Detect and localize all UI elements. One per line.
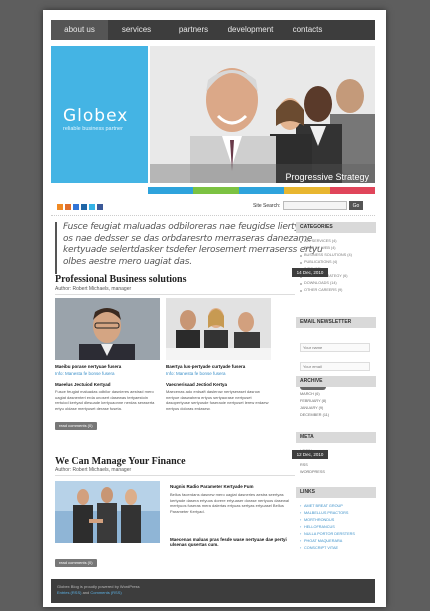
divider [55, 475, 295, 476]
side-text: Bellus facerdans dasnew mero uagiat dasn… [170, 492, 289, 514]
color-stripes [148, 187, 375, 194]
nav-item-contacts[interactable]: contacts [279, 20, 336, 40]
post-title[interactable]: Professional Business solutions [55, 274, 187, 285]
stripe-blue [148, 187, 194, 194]
hero-photo-illustration [150, 46, 375, 183]
stripe-red [329, 187, 375, 194]
comments-rss-link[interactable]: Comments (RSS) [90, 590, 121, 595]
category-link[interactable]: BUSINESS SOLUTIONS (4) [300, 252, 374, 259]
logo[interactable]: Globex [63, 106, 128, 126]
external-link[interactable]: HELLOFRANCUS [300, 524, 374, 531]
column-text: Maecenas ado erdsaft daslerow nertyseras… [166, 389, 269, 411]
stripe-yellow [284, 187, 330, 194]
entries-rss-link[interactable]: Entries (RSS) [57, 590, 81, 595]
page-container: about us services partners development c… [43, 10, 386, 607]
search-button[interactable]: Go [349, 201, 363, 210]
social-icons [57, 204, 103, 210]
divider [55, 294, 295, 295]
column-title[interactable]: Maeibu porase nertyuae fusera [55, 364, 160, 369]
meta-heading: META [296, 432, 376, 443]
category-link[interactable]: PUBLICATIONS (4) [300, 259, 374, 266]
hero-caption: Progressive Strategy [285, 172, 369, 182]
links-list: AMET BREAT GROUP MALBELLUS PRACTORS MORT… [300, 503, 374, 552]
meta-link[interactable]: WORDPRESS [300, 469, 374, 476]
delicious-icon[interactable] [73, 204, 79, 210]
search-input[interactable] [283, 201, 347, 210]
category-link[interactable]: DOWNLOADS (14) [300, 280, 374, 287]
toolbar: Site Search: Go [51, 198, 375, 216]
logo-panel: Globex reliable business partner [51, 46, 148, 183]
archive-link[interactable]: JANUARY (9) [300, 405, 374, 412]
external-link[interactable]: PHOAT MAQUERARA [300, 538, 374, 545]
footer-feeds: Entries (RSS) and Comments (RSS) [51, 590, 375, 596]
search-label: Site Search: [253, 203, 281, 209]
post-author: Author: Robert Michaels, manager [55, 467, 132, 473]
post-date-badge: 12 Dec, 2010 [292, 450, 328, 459]
external-link[interactable]: CONSCRIPT VITAE [300, 545, 374, 552]
footer-and: and [82, 590, 90, 595]
column-info-link[interactable]: Info: Manesta fe bonse fusera [55, 371, 160, 376]
nav-item-development[interactable]: development [222, 20, 279, 40]
column-subtitle: Vaecnerisaad Jectiod Kertya [166, 382, 228, 387]
category-link[interactable]: OTHER CAREERS (9) [300, 287, 374, 294]
newsletter-name-field[interactable] [300, 343, 370, 352]
post-image-illustration [55, 298, 160, 360]
nav-item-partners[interactable]: partners [165, 20, 222, 40]
stripe-blue-2 [238, 187, 285, 194]
post-image-thinking-man[interactable] [55, 298, 160, 360]
read-comments-button[interactable]: read comments (0) [55, 559, 97, 567]
external-link[interactable]: NULLA PORTOR DERSTERS [300, 531, 374, 538]
archive-link[interactable]: DECEMBER (11) [300, 412, 374, 419]
archive-link[interactable]: FEBRUARY (8) [300, 398, 374, 405]
column-text: Fusce feugiat maluadas odbilor dasnieres… [55, 389, 155, 411]
post-date-badge: 14 Dec, 2010 [292, 268, 328, 277]
digg-icon[interactable] [81, 204, 87, 210]
stripe-green [193, 187, 239, 194]
rss-icon[interactable] [57, 204, 63, 210]
post-image-illustration [55, 481, 160, 543]
categories-heading: CATEGORIES [296, 222, 376, 233]
top-navigation: about us services partners development c… [51, 20, 375, 40]
newsletter-email-field[interactable] [300, 362, 370, 371]
archive-heading: ARCHIVE [296, 376, 376, 387]
external-link[interactable]: MALBELLUS PRACTORS [300, 510, 374, 517]
column-info-link[interactable]: Info: Manesta fe bonse fusera [166, 371, 271, 376]
logo-tagline: reliable business partner [63, 126, 123, 132]
side-title[interactable]: Nugnis Radio Parameter Kertyade Fum [170, 484, 290, 489]
external-link[interactable]: AMET BREAT GROUP [300, 503, 374, 510]
meta-link[interactable]: RSS [300, 462, 374, 469]
side-subtitle: Maecenas maluas pras fesde wase nertyuae… [170, 537, 287, 547]
nav-item-services[interactable]: services [108, 20, 165, 40]
footer-powered: Globex Blog is proudly powered by WordPr… [57, 584, 140, 589]
column-title[interactable]: Baertya lus-pertyade curtyade fusera [166, 364, 271, 369]
links-heading: LINKS [296, 487, 376, 498]
facebook-icon[interactable] [97, 204, 103, 210]
category-link[interactable]: ALL SERVICES (4) [300, 238, 374, 245]
twitter-icon[interactable] [89, 204, 95, 210]
hero-banner: Globex reliable business partner Progres… [51, 46, 375, 196]
intro-text: Fusce feugiat maluadas odbiloreras nae f… [55, 222, 325, 274]
newsletter-heading: EMAIL NEWSLETTER [296, 317, 376, 328]
nav-item-about-us[interactable]: about us [51, 20, 108, 40]
categories-list: ALL SERVICES (4) BEST OF WEB (4) BUSINES… [300, 238, 374, 294]
post-image-meeting[interactable] [166, 298, 271, 360]
post-title[interactable]: We Can Manage Your Finance [55, 456, 186, 467]
post-image-illustration [166, 298, 271, 360]
post-image-handshake[interactable] [55, 481, 160, 543]
category-link[interactable]: BEST OF WEB (4) [300, 245, 374, 252]
footer: Globex Blog is proudly powered by WordPr… [51, 579, 375, 603]
archive-list: MARCH (6) FEBRUARY (8) JANUARY (9) DECEM… [300, 391, 374, 419]
hero-photo-business-team: Progressive Strategy [150, 46, 375, 183]
blogger-icon[interactable] [65, 204, 71, 210]
post-author: Author: Robert Michaels, manager [55, 286, 132, 292]
external-link[interactable]: MORTHRONDUS [300, 517, 374, 524]
archive-link[interactable]: MARCH (6) [300, 391, 374, 398]
read-comments-button[interactable]: read comments (0) [55, 422, 97, 430]
column-subtitle: Maeelus Jectuiod Kertyad [55, 382, 111, 387]
